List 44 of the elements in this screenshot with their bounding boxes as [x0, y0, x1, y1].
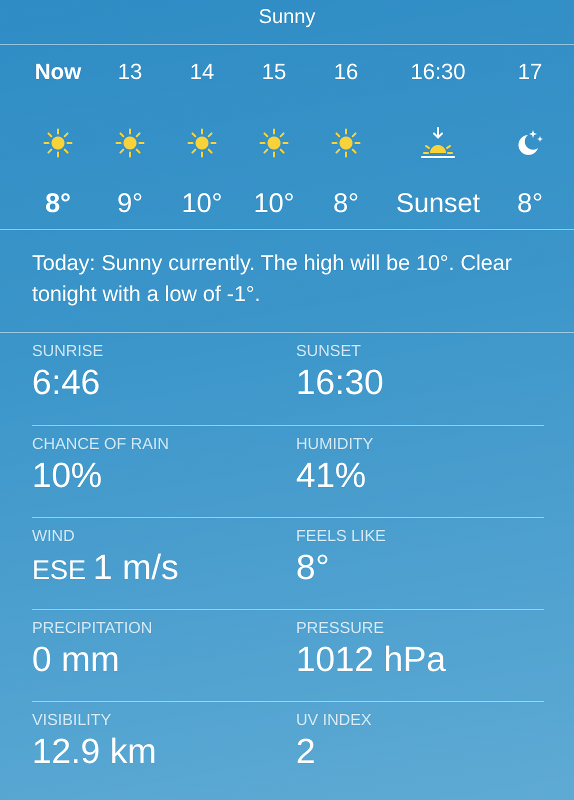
sun-icon [187, 128, 217, 158]
detail-label: PRECIPITATION [32, 620, 154, 638]
detail-value: 12.9 km [32, 732, 156, 772]
condition-text: Sunny [258, 5, 316, 30]
detail-value: 16:30 [296, 363, 384, 403]
detail-value: 6:46 [32, 363, 100, 403]
detail-label: SUNSET [296, 343, 362, 361]
hour-label: 13 [118, 59, 142, 86]
hour-label: 14 [190, 59, 214, 86]
detail-value: 1012 hPa [296, 640, 446, 680]
hour-temperature: 8° [517, 188, 543, 219]
sun-icon [259, 128, 289, 158]
wind-direction: ESE [32, 555, 86, 586]
detail-label: PRESSURE [296, 620, 386, 638]
detail-label: HUMIDITY [296, 436, 374, 454]
moon-stars-icon [516, 129, 544, 157]
hour-temperature: 8° [333, 188, 359, 219]
detail-label: CHANCE OF RAIN [32, 436, 170, 454]
forecast-summary: Today: Sunny currently. The high will be 10°. Clear tonight with a low of -1°. [31, 250, 513, 308]
sun-icon [115, 128, 145, 158]
hour-temperature: 9° [117, 188, 143, 219]
hour-temperature: 10° [254, 188, 294, 219]
hour-label: 16 [334, 59, 358, 86]
sunset-icon [420, 127, 456, 159]
sun-icon [331, 128, 361, 158]
hour-label: 16:30 [410, 59, 466, 86]
detail-value: 8° [296, 548, 330, 588]
detail-value: 10% [32, 456, 102, 496]
hour-label: 15 [262, 59, 286, 86]
detail-label: WIND [32, 528, 76, 546]
detail-label: SUNRISE [32, 343, 104, 361]
hour-label: 17 [518, 59, 542, 86]
detail-label: VISIBILITY [32, 712, 112, 730]
hour-label: Now [34, 59, 82, 86]
hour-temperature: 10° [182, 188, 222, 219]
detail-label: FEELS LIKE [296, 528, 387, 546]
detail-value: 41% [296, 456, 366, 496]
detail-label: UV INDEX [296, 712, 373, 730]
sun-icon [43, 128, 73, 158]
detail-value: 2 [296, 732, 316, 772]
hour-temperature: 8° [45, 188, 71, 219]
hour-temperature: Sunset [396, 188, 480, 219]
detail-value: 1 m/s [93, 548, 179, 588]
detail-value: 0 mm [32, 640, 120, 680]
